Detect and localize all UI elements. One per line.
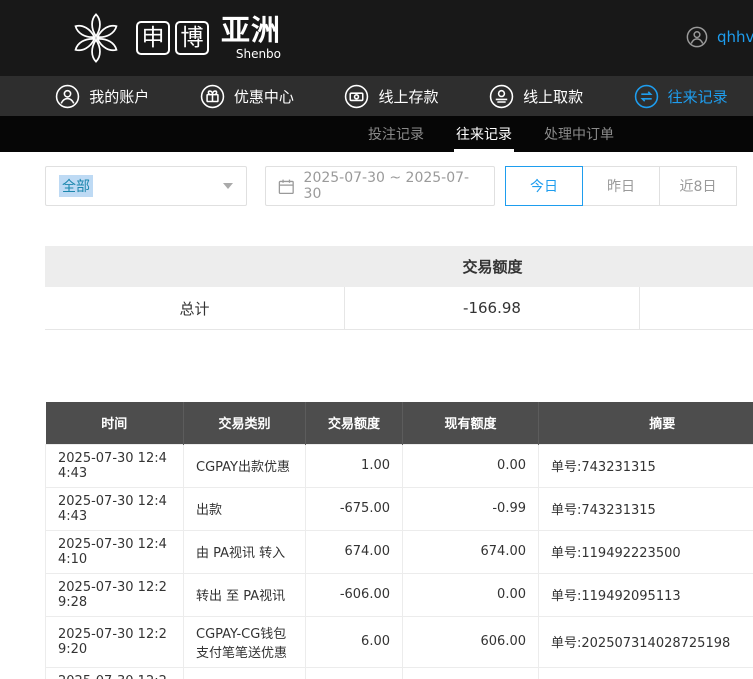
nav-label: 线上取款 xyxy=(523,87,584,106)
nav-label: 我的账户 xyxy=(89,87,150,106)
nav-item-deposit[interactable]: 线上存款 xyxy=(319,84,464,109)
brand-characters: 申 博 xyxy=(136,21,209,55)
transaction-cell-balance: 0.00 xyxy=(402,572,539,617)
transaction-cell-balance: -0.99 xyxy=(402,486,539,531)
date-range-value: 2025-07-30 ~ 2025-07-30 xyxy=(303,170,470,202)
transaction-cell-balance: 600.00 xyxy=(402,666,539,679)
brand-region: 亚洲 xyxy=(221,13,282,47)
lotus-logo-icon xyxy=(74,13,118,63)
type-select[interactable]: 全部 xyxy=(45,166,247,206)
column-header-summary: 摘要 xyxy=(538,402,753,444)
nav-label: 线上存款 xyxy=(378,87,439,106)
brand-logo[interactable]: 申 博 亚洲 Shenbo xyxy=(68,10,281,66)
transaction-cell-amount: -675.00 xyxy=(305,486,403,531)
summary-total-row: 总计 -166.98 xyxy=(45,287,753,330)
transaction-row: 2025-07-30 12:44:43 CGPAY出款优惠 1.00 0.00 单号:7… xyxy=(45,443,753,488)
transaction-cell-balance: 674.00 xyxy=(402,529,539,574)
column-header-balance: 现有额度 xyxy=(402,402,539,444)
transaction-row: 2025-07-30 12:44:43 出款 -675.00 -0.99 单号:7432… xyxy=(45,486,753,531)
tab-label: 处理中订单 xyxy=(544,127,614,143)
user-account-area[interactable]: qhhv xyxy=(686,26,753,48)
transaction-cell-type: 出款 xyxy=(183,486,306,531)
transactions-header-row: 时间 交易类别 交易额度 现有额度 摘要 xyxy=(45,402,753,444)
transaction-cell-amount: 6.00 xyxy=(305,615,403,668)
withdraw-icon xyxy=(489,84,514,108)
tab-transaction-records[interactable]: 往来记录 xyxy=(454,116,514,152)
main-navigation: 我的账户 优惠中心 线上存款 线上取款 往来记录 xyxy=(0,76,753,116)
filter-bar: 全部 2025-07-30 ~ 2025-07-30 今日 昨日 近8日 xyxy=(45,166,753,206)
transaction-cell-amount: 600.00 xyxy=(305,666,403,679)
tab-betting-records[interactable]: 投注记录 xyxy=(368,116,424,152)
transaction-cell-time: 2025-07-30 12:44:10 xyxy=(45,529,184,574)
transaction-cell-balance: 0.00 xyxy=(402,443,539,488)
transactions-body: 2025-07-30 12:44:43 CGPAY出款优惠 1.00 0.00 单号:7… xyxy=(45,443,753,679)
transaction-cell-summary: 单号:119492095113 xyxy=(538,572,753,617)
brand-char-shen: 申 xyxy=(136,21,170,55)
transaction-cell-time: 2025-07-30 12:44:43 xyxy=(45,443,184,488)
chevron-down-icon xyxy=(223,183,233,189)
account-icon xyxy=(56,84,80,108)
username-link[interactable]: qhhv xyxy=(717,28,753,46)
column-header-amount: 交易额度 xyxy=(305,402,403,444)
last-8-days-button[interactable]: 近8日 xyxy=(659,166,737,206)
transaction-cell-time: 2025-07-30 12:29:28 xyxy=(45,572,184,617)
nav-item-withdraw[interactable]: 线上取款 xyxy=(464,84,609,109)
transaction-cell-type: 由 PA视讯 转入 xyxy=(183,529,306,574)
summary-total-label: 总计 xyxy=(45,287,345,329)
quick-range-buttons: 今日 昨日 近8日 xyxy=(505,166,737,206)
summary-amount-header: 交易额度 xyxy=(462,258,523,276)
calendar-icon xyxy=(278,179,294,194)
records-icon xyxy=(634,84,658,108)
transaction-cell-type: 转出 至 PA视讯 xyxy=(183,572,306,617)
transaction-row: 2025-07-30 12:44:10 由 PA视讯 转入 674.00 674.00… xyxy=(45,529,753,574)
transaction-cell-time: 2025-07-30 12:29:20 xyxy=(45,615,184,668)
transaction-cell-summary: 单号:202507314028725198 xyxy=(538,615,753,668)
transaction-cell-type: CGPAY支付 xyxy=(183,666,306,679)
yesterday-button[interactable]: 昨日 xyxy=(582,166,660,206)
nav-item-promotions[interactable]: 优惠中心 xyxy=(175,84,320,109)
deposit-icon xyxy=(345,84,369,108)
transaction-cell-summary: 单号:119492223500 xyxy=(538,529,753,574)
transaction-cell-amount: -606.00 xyxy=(305,572,403,617)
tab-label: 投注记录 xyxy=(368,127,424,143)
record-tabs: 投注记录 往来记录 处理中订单 xyxy=(0,116,753,152)
transaction-cell-summary: 单号:202507314028725198 xyxy=(538,666,753,679)
transaction-cell-time: 2025-07-30 12:29:20 xyxy=(45,666,184,679)
column-header-time: 时间 xyxy=(45,402,184,444)
top-bar: 申 博 亚洲 Shenbo qhhv xyxy=(0,0,753,76)
nav-item-my-account[interactable]: 我的账户 xyxy=(30,84,175,109)
nav-label: 优惠中心 xyxy=(233,87,294,106)
transaction-cell-type: CGPAY-CG钱包支付笔笔送优惠 xyxy=(183,615,306,668)
summary-header-row: 交易额度 xyxy=(45,246,753,287)
transaction-row: 2025-07-30 12:29:20 CGPAY-CG钱包支付笔笔送优惠 6.00… xyxy=(45,615,753,668)
transaction-row: 2025-07-30 12:29:20CGPAY支付600.00600.00单号… xyxy=(45,666,753,679)
tab-processing-orders[interactable]: 处理中订单 xyxy=(544,116,614,152)
summary-total-value: -166.98 xyxy=(345,287,640,329)
brand-char-bo: 博 xyxy=(175,21,209,55)
promo-gift-icon xyxy=(200,84,225,108)
transaction-cell-amount: 1.00 xyxy=(305,443,403,488)
transaction-cell-amount: 674.00 xyxy=(305,529,403,574)
nav-item-transaction-records[interactable]: 往来记录 xyxy=(608,84,753,109)
date-range-picker[interactable]: 2025-07-30 ~ 2025-07-30 xyxy=(265,166,495,206)
type-select-value: 全部 xyxy=(59,175,93,197)
column-header-type: 交易类别 xyxy=(183,402,306,444)
transaction-cell-summary: 单号:743231315 xyxy=(538,443,753,488)
transaction-cell-summary: 单号:743231315 xyxy=(538,486,753,531)
brand-subtitle: Shenbo xyxy=(235,47,282,61)
transaction-cell-type: CGPAY出款优惠 xyxy=(183,443,306,488)
transaction-cell-balance: 606.00 xyxy=(402,615,539,668)
avatar-icon xyxy=(686,26,708,48)
today-button[interactable]: 今日 xyxy=(505,166,583,206)
transaction-row: 2025-07-30 12:29:28 转出 至 PA视讯 -606.00 0.00 单… xyxy=(45,572,753,617)
transactions-table: 时间 交易类别 交易额度 现有额度 摘要 2025-07-30 12:44:43… xyxy=(45,402,753,679)
summary-table: 交易额度 总计 -166.98 xyxy=(45,246,753,330)
tab-label: 往来记录 xyxy=(456,127,512,143)
nav-label: 往来记录 xyxy=(667,87,728,106)
transaction-cell-time: 2025-07-30 12:44:43 xyxy=(45,486,184,531)
